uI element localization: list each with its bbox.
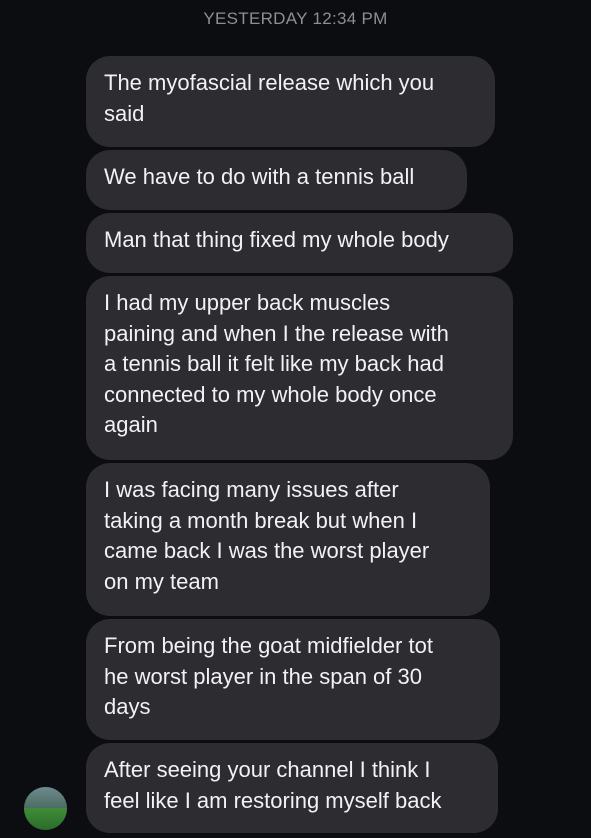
message-bubble[interactable]: I had my upper back muscles paining and …: [86, 276, 513, 460]
message-bubble[interactable]: I was facing many issues after taking a …: [86, 463, 490, 616]
message-timestamp: YESTERDAY 12:34 PM: [203, 9, 388, 28]
avatar-photo-field: [24, 807, 67, 830]
message-bubble[interactable]: The myofascial release which you said: [86, 56, 495, 147]
message-bubble[interactable]: We have to do with a tennis ball: [86, 150, 467, 210]
message-bubble[interactable]: After seeing your channel I think I feel…: [86, 743, 498, 833]
message-bubble[interactable]: From being the goat midfielder tot he wo…: [86, 619, 500, 740]
sender-avatar[interactable]: [24, 787, 67, 830]
avatar-photo-sky: [24, 787, 67, 808]
message-bubble[interactable]: Man that thing fixed my whole body: [86, 213, 513, 273]
